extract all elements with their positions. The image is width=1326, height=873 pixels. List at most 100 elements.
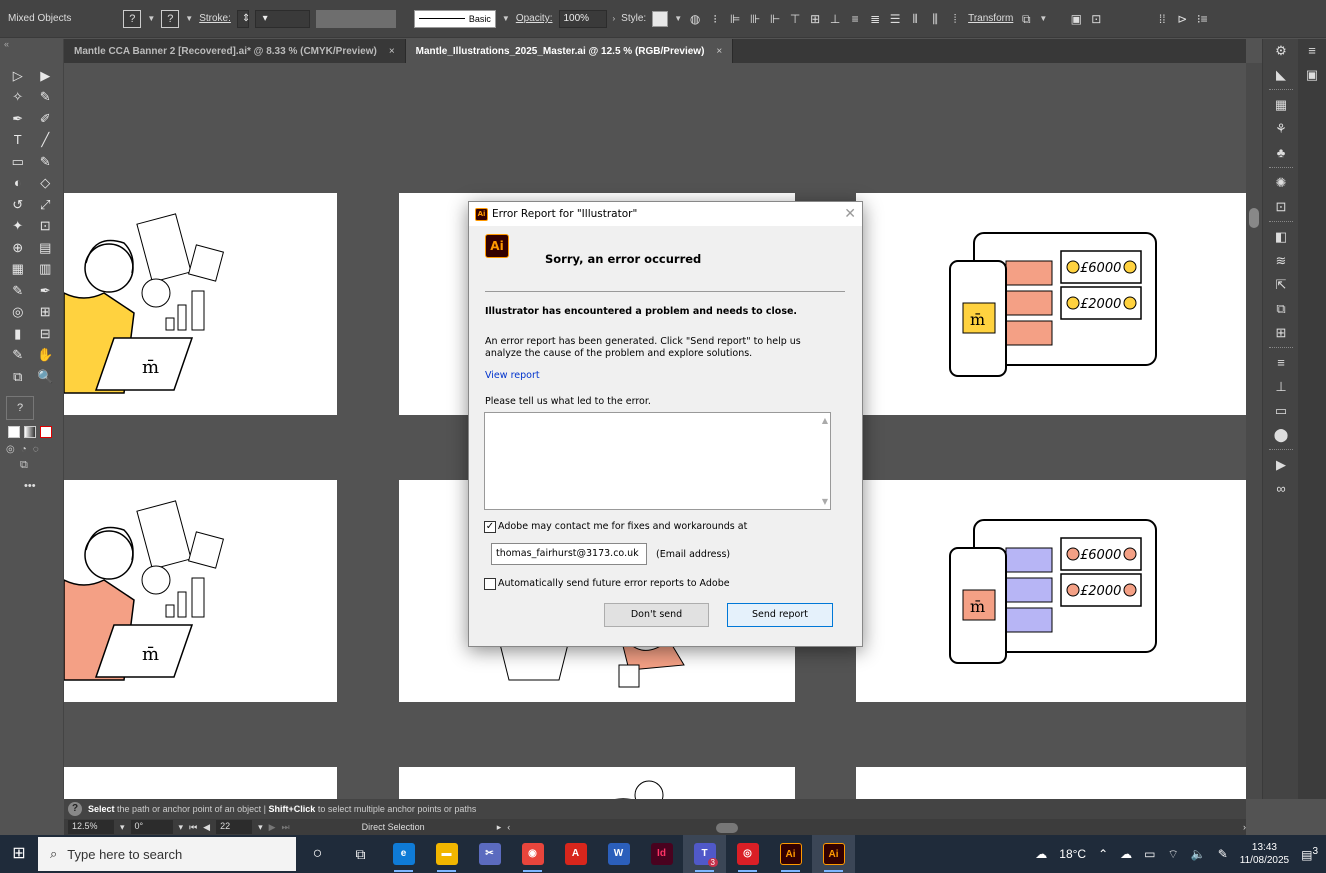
artboard-dropdown-icon[interactable]: ▾ — [258, 822, 263, 833]
tool-icon[interactable]: ◎ — [8, 302, 28, 322]
onedrive-icon[interactable]: ☁ — [1120, 847, 1132, 861]
tool-icon[interactable]: ▦ — [8, 259, 28, 279]
auto-send-checkbox[interactable] — [484, 578, 496, 590]
variable-width-profile[interactable] — [315, 9, 396, 28]
tool-icon[interactable]: ⊞ — [35, 302, 55, 322]
fill-swatch[interactable] — [8, 425, 20, 438]
stroke-label[interactable]: Stroke: — [199, 13, 231, 24]
contact-checkbox[interactable]: ✓ — [484, 521, 496, 533]
help-icon[interactable]: ? — [68, 802, 82, 816]
panel-icon[interactable]: ⚘ — [1263, 117, 1299, 141]
tool-icon[interactable]: ⊕ — [8, 238, 28, 258]
none-swatch[interactable] — [40, 425, 52, 438]
scroll-down-icon[interactable]: ▼ — [822, 497, 828, 506]
last-artboard-icon[interactable]: ⏭ — [282, 822, 290, 833]
notification-icon[interactable]: ▤3 — [1301, 846, 1318, 862]
clock[interactable]: 13:43 11/08/2025 — [1240, 841, 1289, 867]
panel-icon[interactable]: ⇱ — [1263, 273, 1299, 297]
tool-icon[interactable]: T — [8, 130, 28, 150]
rotate-field[interactable]: 0° — [130, 820, 173, 834]
tool-icon[interactable]: ⧉ — [8, 367, 28, 387]
stroke-weight-field[interactable]: ▾ — [254, 9, 310, 28]
edit-toolbar-button[interactable]: ••• — [24, 480, 63, 492]
close-icon[interactable]: ✕ — [844, 206, 856, 222]
tool-icon[interactable]: ▥ — [35, 259, 55, 279]
opacity-label[interactable]: Opacity: — [516, 13, 553, 24]
taskbar-app-acrobat[interactable]: A — [554, 835, 597, 873]
screen-mode-icon[interactable]: ⧉ — [20, 459, 63, 472]
taskbar-app-indesign[interactable]: Id — [640, 835, 683, 873]
taskbar-app-snipping[interactable]: ✂ — [468, 835, 511, 873]
panel-icon[interactable]: ⧉ — [1263, 297, 1299, 321]
scroll-up-icon[interactable]: ▲ — [822, 416, 828, 425]
arrange-dropdown-icon[interactable]: ▼ — [1039, 14, 1047, 23]
weather-icon[interactable]: ☁ — [1035, 847, 1047, 861]
distribute-right-icon[interactable]: ⦙ — [948, 12, 962, 26]
align-middle-icon[interactable]: ⊞ — [808, 12, 822, 26]
feedback-textarea[interactable]: ▲ ▼ — [484, 412, 831, 510]
send-report-button[interactable]: Send report — [727, 603, 833, 627]
artboard[interactable]: £6000 £2000 m̄ — [856, 193, 1246, 415]
close-icon[interactable]: × — [716, 46, 722, 57]
chevron-up-icon[interactable]: ⌃ — [1098, 847, 1108, 861]
collapse-icon[interactable]: « — [0, 39, 63, 65]
distribute-middle-icon[interactable]: ≣ — [868, 12, 882, 26]
panel-icon[interactable]: ⚙ — [1263, 39, 1299, 63]
opacity-arrow-icon[interactable]: › — [613, 14, 616, 23]
hscroll-left-icon[interactable]: ‹ — [507, 822, 510, 832]
fill-dropdown-icon[interactable]: ▼ — [147, 14, 155, 23]
taskbar-app-illustrator-1[interactable]: Ai — [769, 835, 812, 873]
stroke-box[interactable]: ? — [161, 9, 180, 28]
next-artboard-icon[interactable]: ▶ — [269, 822, 276, 833]
hscroll-right-icon[interactable]: › — [1243, 822, 1246, 832]
artboard[interactable] — [856, 767, 1246, 799]
artboard[interactable]: m̄ — [64, 480, 337, 702]
tool-icon[interactable]: 🔍 — [35, 367, 55, 387]
first-artboard-icon[interactable]: ⏮ — [189, 822, 197, 833]
tool-icon[interactable]: ✒ — [8, 109, 28, 129]
tool-icon[interactable]: ▶ — [35, 66, 55, 86]
horizontal-scrollbar[interactable] — [516, 823, 1237, 833]
panel-icon[interactable]: ⊥ — [1263, 375, 1299, 399]
panel-icon[interactable]: ▣ — [1298, 63, 1326, 87]
style-swatch[interactable] — [652, 10, 669, 27]
stroke-stepper[interactable]: ⇕ — [236, 9, 250, 28]
cortana-button[interactable]: ○ — [296, 835, 339, 873]
tool-icon[interactable]: ◇ — [35, 173, 55, 193]
tool-icon[interactable]: ▷ — [8, 66, 28, 86]
rotate-dropdown-icon[interactable]: ▾ — [179, 822, 184, 833]
scroll-thumb[interactable] — [1249, 208, 1259, 228]
panel-options-icon[interactable]: ⁞⁞ — [1155, 12, 1169, 26]
vertical-scrollbar[interactable] — [1246, 63, 1262, 799]
align-bottom-icon[interactable]: ⊥ — [828, 12, 842, 26]
artboard[interactable]: m̄ — [64, 193, 337, 415]
taskbar-app-creative-cloud[interactable]: ◎ — [726, 835, 769, 873]
artboard[interactable] — [399, 767, 795, 799]
tool-icon[interactable]: ⤢ — [35, 195, 55, 215]
transform-label[interactable]: Transform — [968, 13, 1013, 24]
tool-icon[interactable]: ✧ — [8, 87, 28, 107]
panel-icon[interactable]: ⊡ — [1263, 195, 1299, 219]
brush-dropdown-icon[interactable]: ▼ — [502, 14, 510, 23]
tool-icon[interactable]: ✎ — [35, 152, 55, 172]
taskbar-app-teams[interactable]: T3 — [683, 835, 726, 873]
panel-icon[interactable]: ≡ — [1298, 39, 1326, 63]
close-icon[interactable]: × — [389, 46, 395, 57]
tool-icon[interactable]: ▭ — [8, 152, 28, 172]
gradient-swatch[interactable] — [24, 425, 36, 438]
tool-icon[interactable]: ▮ — [8, 324, 28, 344]
taskbar-app-illustrator-2[interactable]: Ai — [812, 835, 855, 873]
panel-icon[interactable]: ≋ — [1263, 249, 1299, 273]
tool-icon[interactable]: ↺ — [8, 195, 28, 215]
isolate-icon[interactable]: ▣ — [1069, 12, 1083, 26]
taskbar-search[interactable]: ⌕ Type here to search — [38, 837, 296, 871]
panel-icon[interactable]: ⊞ — [1263, 321, 1299, 345]
align-center-icon[interactable]: ⊪ — [748, 12, 762, 26]
dont-send-button[interactable]: Don't send — [604, 603, 709, 627]
distribute-left-icon[interactable]: ⦀ — [908, 12, 922, 26]
panel-icon[interactable]: ▶ — [1263, 453, 1299, 477]
panel-icon[interactable]: ✺ — [1263, 171, 1299, 195]
draw-normal-icon[interactable]: ◎ — [6, 444, 15, 455]
panel-icon[interactable]: ∞ — [1263, 477, 1299, 501]
panel-icon[interactable]: ◧ — [1263, 225, 1299, 249]
